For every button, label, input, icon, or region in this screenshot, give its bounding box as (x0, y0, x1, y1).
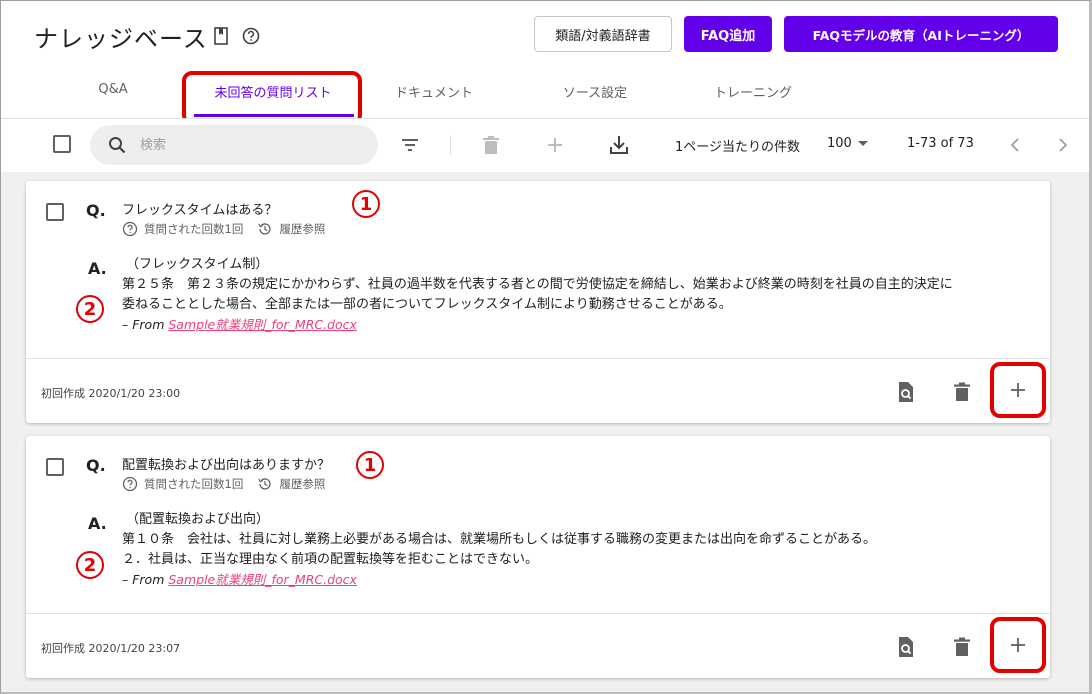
answer-line: 第２５条 第２３条の規定にかかわらず、社員の過半数を代表する者との間で労使協定を… (122, 277, 953, 292)
answer-block: （配置転換および出向） 第１０条 会社は、社員に対し業務上必要がある場合は、就業… (122, 510, 1042, 590)
document-search-icon[interactable] (894, 380, 918, 404)
dictionary-button[interactable]: 類語/対義語辞書 (534, 16, 672, 52)
answer-title: （配置転換および出向） (126, 512, 270, 527)
pagination-range: 1-73 of 73 (907, 136, 974, 151)
faq-training-button[interactable]: FAQモデルの教育（AIトレーニング） (784, 16, 1058, 52)
faq-add-button[interactable]: FAQ追加 (684, 16, 772, 52)
question-mark: Q. (86, 201, 106, 220)
history-link[interactable]: 履歴参照 (279, 221, 325, 237)
question-text: フレックスタイムはある？ (122, 203, 278, 218)
filter-icon[interactable] (399, 134, 421, 156)
annotation-1: 1 (352, 190, 380, 218)
answer-title: （フレックスタイム制） (126, 257, 269, 272)
card-checkbox[interactable] (46, 203, 64, 221)
question-list: Q. フレックスタイムはある？ 1 質問された回数1回 履歴参照 A. （フレッ… (1, 172, 1089, 692)
answer-line: 第１０条 会社は、社員に対し業務上必要がある場合は、就業場所もしくは従事する職務… (122, 532, 877, 547)
question-card: Q. 配置転換および出向はありますか？ 1 質問された回数1回 履歴参照 A. … (26, 436, 1050, 678)
bookmark-icon[interactable] (213, 27, 229, 45)
question-mark: Q. (86, 456, 106, 475)
tab-source-settings[interactable]: ソース設定 (540, 82, 650, 118)
answer-mark: A. (88, 259, 107, 278)
annotation-1: 1 (356, 451, 384, 479)
chevron-left-icon[interactable] (1005, 135, 1025, 155)
trash-icon[interactable] (950, 380, 974, 404)
toolbar-divider (450, 135, 451, 155)
toolbar: 1ページ当たりの件数 100 1-73 of 73 (1, 118, 1089, 172)
created-date: 初回作成 2020/1/20 23:07 (41, 642, 181, 655)
question-text: 配置転換および出向はありますか？ (122, 458, 331, 473)
chevron-down-icon (857, 141, 868, 146)
annotation-2: 2 (76, 551, 104, 579)
answer-mark: A. (88, 514, 107, 533)
card-divider (26, 358, 1050, 359)
tab-training[interactable]: トレーニング (696, 82, 810, 118)
per-page-value: 100 (827, 136, 852, 151)
tab-documents[interactable]: ドキュメント (374, 82, 494, 118)
trash-icon[interactable] (480, 134, 502, 156)
answer-line: 委ねることとした場合、全部または一部の者についてフレックスタイム制により勤務させ… (122, 297, 732, 312)
card-divider (26, 613, 1050, 614)
plus-icon[interactable] (544, 134, 566, 156)
search-box[interactable] (90, 125, 378, 165)
chevron-right-icon[interactable] (1053, 135, 1073, 155)
download-icon[interactable] (608, 134, 630, 156)
document-search-icon[interactable] (894, 635, 918, 659)
question-meta: 質問された回数1回 履歴参照 (122, 476, 325, 492)
history-icon[interactable] (257, 221, 273, 237)
asked-count: 質問された回数1回 (144, 477, 244, 491)
per-page-label: 1ページ当たりの件数 (675, 140, 801, 155)
history-icon[interactable] (257, 476, 273, 492)
select-all-checkbox[interactable] (53, 135, 71, 153)
page-title: ナレッジベース (34, 25, 208, 53)
annotation-2: 2 (76, 295, 104, 323)
help-circle-icon[interactable] (242, 27, 260, 45)
question-circle-icon (122, 221, 138, 237)
question-meta: 質問された回数1回 履歴参照 (122, 221, 325, 237)
question-circle-icon (122, 476, 138, 492)
search-input[interactable] (140, 135, 360, 155)
history-link[interactable]: 履歴参照 (279, 476, 325, 492)
add-faq-button[interactable] (990, 617, 1046, 673)
tab-qa[interactable]: Q&A (80, 82, 146, 118)
answer-source: – From Sample就業規則_for_MRC.docx (122, 317, 357, 332)
plus-icon (1011, 638, 1025, 652)
source-document-link[interactable]: Sample就業規則_for_MRC.docx (168, 317, 357, 332)
source-document-link[interactable]: Sample就業規則_for_MRC.docx (168, 572, 357, 587)
answer-source: – From Sample就業規則_for_MRC.docx (122, 572, 357, 587)
trash-icon[interactable] (950, 635, 974, 659)
plus-icon (1011, 383, 1025, 397)
answer-line: ２．社員は、正当な理由なく前項の配置転換等を拒むことはできない。 (122, 552, 539, 567)
per-page-select[interactable]: 100 (827, 136, 868, 151)
tab-highlight-box (182, 71, 362, 125)
asked-count: 質問された回数1回 (144, 222, 244, 236)
card-checkbox[interactable] (46, 458, 64, 476)
created-date: 初回作成 2020/1/20 23:00 (41, 387, 181, 400)
add-faq-button[interactable] (990, 362, 1046, 418)
question-card: Q. フレックスタイムはある？ 1 質問された回数1回 履歴参照 A. （フレッ… (26, 181, 1050, 423)
answer-block: （フレックスタイム制） 第２５条 第２３条の規定にかかわらず、社員の過半数を代表… (122, 255, 1042, 335)
search-icon (109, 137, 126, 154)
